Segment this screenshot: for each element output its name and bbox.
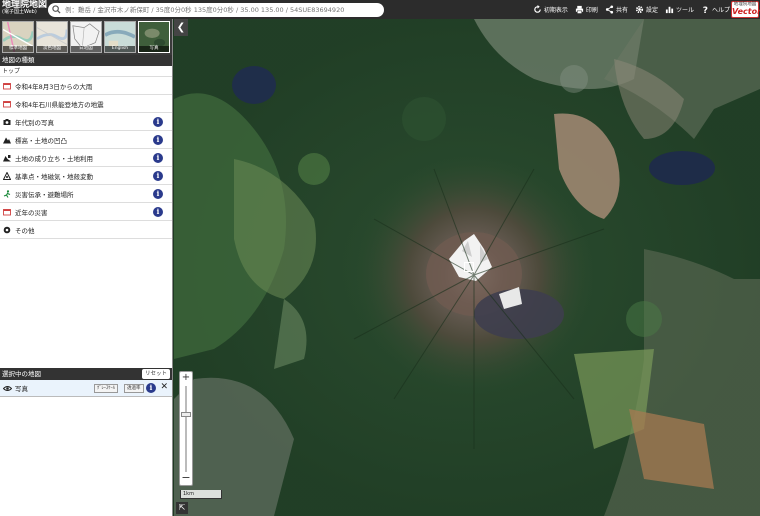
- logo-subtitle: (電子国土Web): [2, 9, 37, 15]
- selected-layer-row[interactable]: 写真 ｸﾞﾚｰｽｹｰﾙ 透過率 i ✕: [0, 380, 172, 397]
- list-item-label: 年代別の写真: [15, 118, 54, 127]
- info-icon[interactable]: i: [153, 117, 163, 127]
- help-button[interactable]: ? ヘルプ: [701, 5, 730, 14]
- breadcrumb[interactable]: トップ: [0, 66, 172, 77]
- expand-icon[interactable]: ⇱: [176, 502, 188, 514]
- list-item-other[interactable]: その他: [0, 221, 172, 239]
- camera-icon: [3, 118, 11, 125]
- print-icon: [575, 5, 584, 14]
- basemap-pale-label: 淡色地図: [37, 46, 67, 52]
- other-icon: [3, 226, 11, 233]
- list-item-heavy-rain[interactable]: 令和4年8月3日からの大雨: [0, 77, 172, 95]
- vector-map-button[interactable]: 地理院地図 Vector: [731, 1, 760, 18]
- info-icon[interactable]: i: [146, 383, 156, 393]
- list-item-evacuation[interactable]: 災害伝承・避難場所 i: [0, 185, 172, 203]
- list-item-label: 標高・土地の凹凸: [15, 136, 67, 145]
- basemap-photo-label: 写真: [139, 46, 169, 52]
- folder-icon: [3, 82, 11, 89]
- settings-button[interactable]: 設定: [635, 5, 658, 14]
- search-box[interactable]: [48, 2, 384, 17]
- tools-label: ツール: [675, 7, 694, 14]
- sidebar: 標準地図 淡色地図 白地図 English 写真 地図の種類 トップ 令和4年8…: [0, 19, 173, 516]
- list-item-label: 令和4年8月3日からの大雨: [15, 82, 93, 91]
- transparency-button[interactable]: 透過率: [124, 384, 144, 393]
- vector-label: Vector: [732, 6, 760, 16]
- list-item-label: 令和4年石川県能登地方の地震: [15, 100, 104, 109]
- list-item-land-use[interactable]: 土地の成り立ち・土地利用 i: [0, 149, 172, 167]
- share-button[interactable]: 共有: [605, 5, 628, 14]
- list-item-noto-earthquake[interactable]: 令和4年石川県能登地方の地震: [0, 95, 172, 113]
- disaster-icon: [3, 208, 11, 215]
- info-icon[interactable]: i: [153, 171, 163, 181]
- basemap-standard[interactable]: 標準地図: [2, 21, 34, 53]
- list-item-elevation[interactable]: 標高・土地の凹凸 i: [0, 131, 172, 149]
- svg-text:?: ?: [703, 6, 708, 14]
- eye-icon[interactable]: [3, 385, 12, 392]
- info-icon[interactable]: i: [153, 153, 163, 163]
- list-item-label: その他: [15, 226, 35, 235]
- close-icon[interactable]: ✕: [160, 382, 168, 392]
- basemap-standard-label: 標準地図: [3, 46, 33, 52]
- header-bar: 地理院地図 (電子国土Web) 初期表示 印刷 共有 設定: [0, 0, 760, 19]
- settings-label: 設定: [645, 7, 658, 14]
- zoom-in-button[interactable]: +: [180, 372, 192, 384]
- selected-layer-label: 写真: [15, 385, 28, 393]
- basemap-pale[interactable]: 淡色地図: [36, 21, 68, 53]
- share-icon: [605, 5, 614, 14]
- zoom-control: + −: [179, 371, 193, 486]
- search-icon[interactable]: [52, 5, 61, 14]
- evacuation-icon: [3, 189, 11, 198]
- reset-button[interactable]: リセット: [141, 369, 170, 379]
- share-label: 共有: [615, 7, 628, 14]
- print-label: 印刷: [585, 7, 598, 14]
- app-window: 地理院地図 (電子国土Web) 初期表示 印刷 共有 設定: [0, 0, 760, 516]
- basemap-blank-label: 白地図: [71, 46, 101, 52]
- help-icon: ?: [703, 6, 708, 14]
- zoom-slider-handle[interactable]: [181, 412, 191, 417]
- info-icon[interactable]: i: [153, 189, 163, 199]
- mountain-icon: [3, 137, 11, 143]
- tools-button[interactable]: ツール: [665, 5, 694, 14]
- search-input[interactable]: [65, 5, 383, 14]
- list-item-label: 基準点・地磁気・地殻変動: [15, 172, 93, 181]
- basemap-blank[interactable]: 白地図: [70, 21, 102, 53]
- site-logo[interactable]: 地理院地図 (電子国土Web): [0, 0, 47, 19]
- list-item-label: 近年の災害: [15, 208, 48, 217]
- collapse-sidebar-button[interactable]: ❮: [174, 19, 188, 36]
- info-icon[interactable]: i: [153, 135, 163, 145]
- print-button[interactable]: 印刷: [575, 5, 598, 14]
- list-item-label: 災害伝承・避難場所: [15, 190, 74, 199]
- help-label: ヘルプ: [711, 7, 730, 14]
- basemap-thumbnails: 標準地図 淡色地図 白地図 English 写真: [0, 19, 172, 55]
- grayscale-button[interactable]: ｸﾞﾚｰｽｹｰﾙ: [94, 384, 118, 393]
- zoom-slider-track[interactable]: [185, 386, 187, 472]
- basemap-photo[interactable]: 写真: [138, 21, 170, 53]
- map-canvas[interactable]: [174, 19, 760, 516]
- reset-view-button[interactable]: 初期表示: [533, 5, 568, 14]
- gear-icon: [635, 5, 644, 14]
- info-icon[interactable]: i: [153, 207, 163, 217]
- basemap-english[interactable]: English: [104, 21, 136, 53]
- benchmark-icon: [3, 171, 11, 180]
- basemap-english-label: English: [105, 46, 135, 52]
- reset-view-label: 初期表示: [543, 7, 568, 14]
- list-item-recent-disasters[interactable]: 近年の災害 i: [0, 203, 172, 221]
- scale-bar: 1km: [180, 490, 222, 499]
- folder-icon: [3, 100, 11, 107]
- map-types-heading: 地図の種類: [0, 55, 172, 66]
- land-icon: [3, 154, 11, 161]
- crosshair-icon: [464, 262, 474, 272]
- toolbar: 初期表示 印刷 共有 設定 ツール ? ヘルプ: [533, 0, 730, 19]
- chart-icon: [665, 6, 674, 14]
- list-item-label: 土地の成り立ち・土地利用: [15, 154, 93, 163]
- list-item-benchmarks[interactable]: 基準点・地磁気・地殻変動 i: [0, 167, 172, 185]
- refresh-icon: [534, 5, 541, 13]
- list-item-photos-by-era[interactable]: 年代別の写真 i: [0, 113, 172, 131]
- selected-maps-title: 選択中の地図: [2, 370, 41, 378]
- selected-maps-heading: 選択中の地図 リセット: [0, 368, 172, 380]
- zoom-out-button[interactable]: −: [180, 472, 192, 485]
